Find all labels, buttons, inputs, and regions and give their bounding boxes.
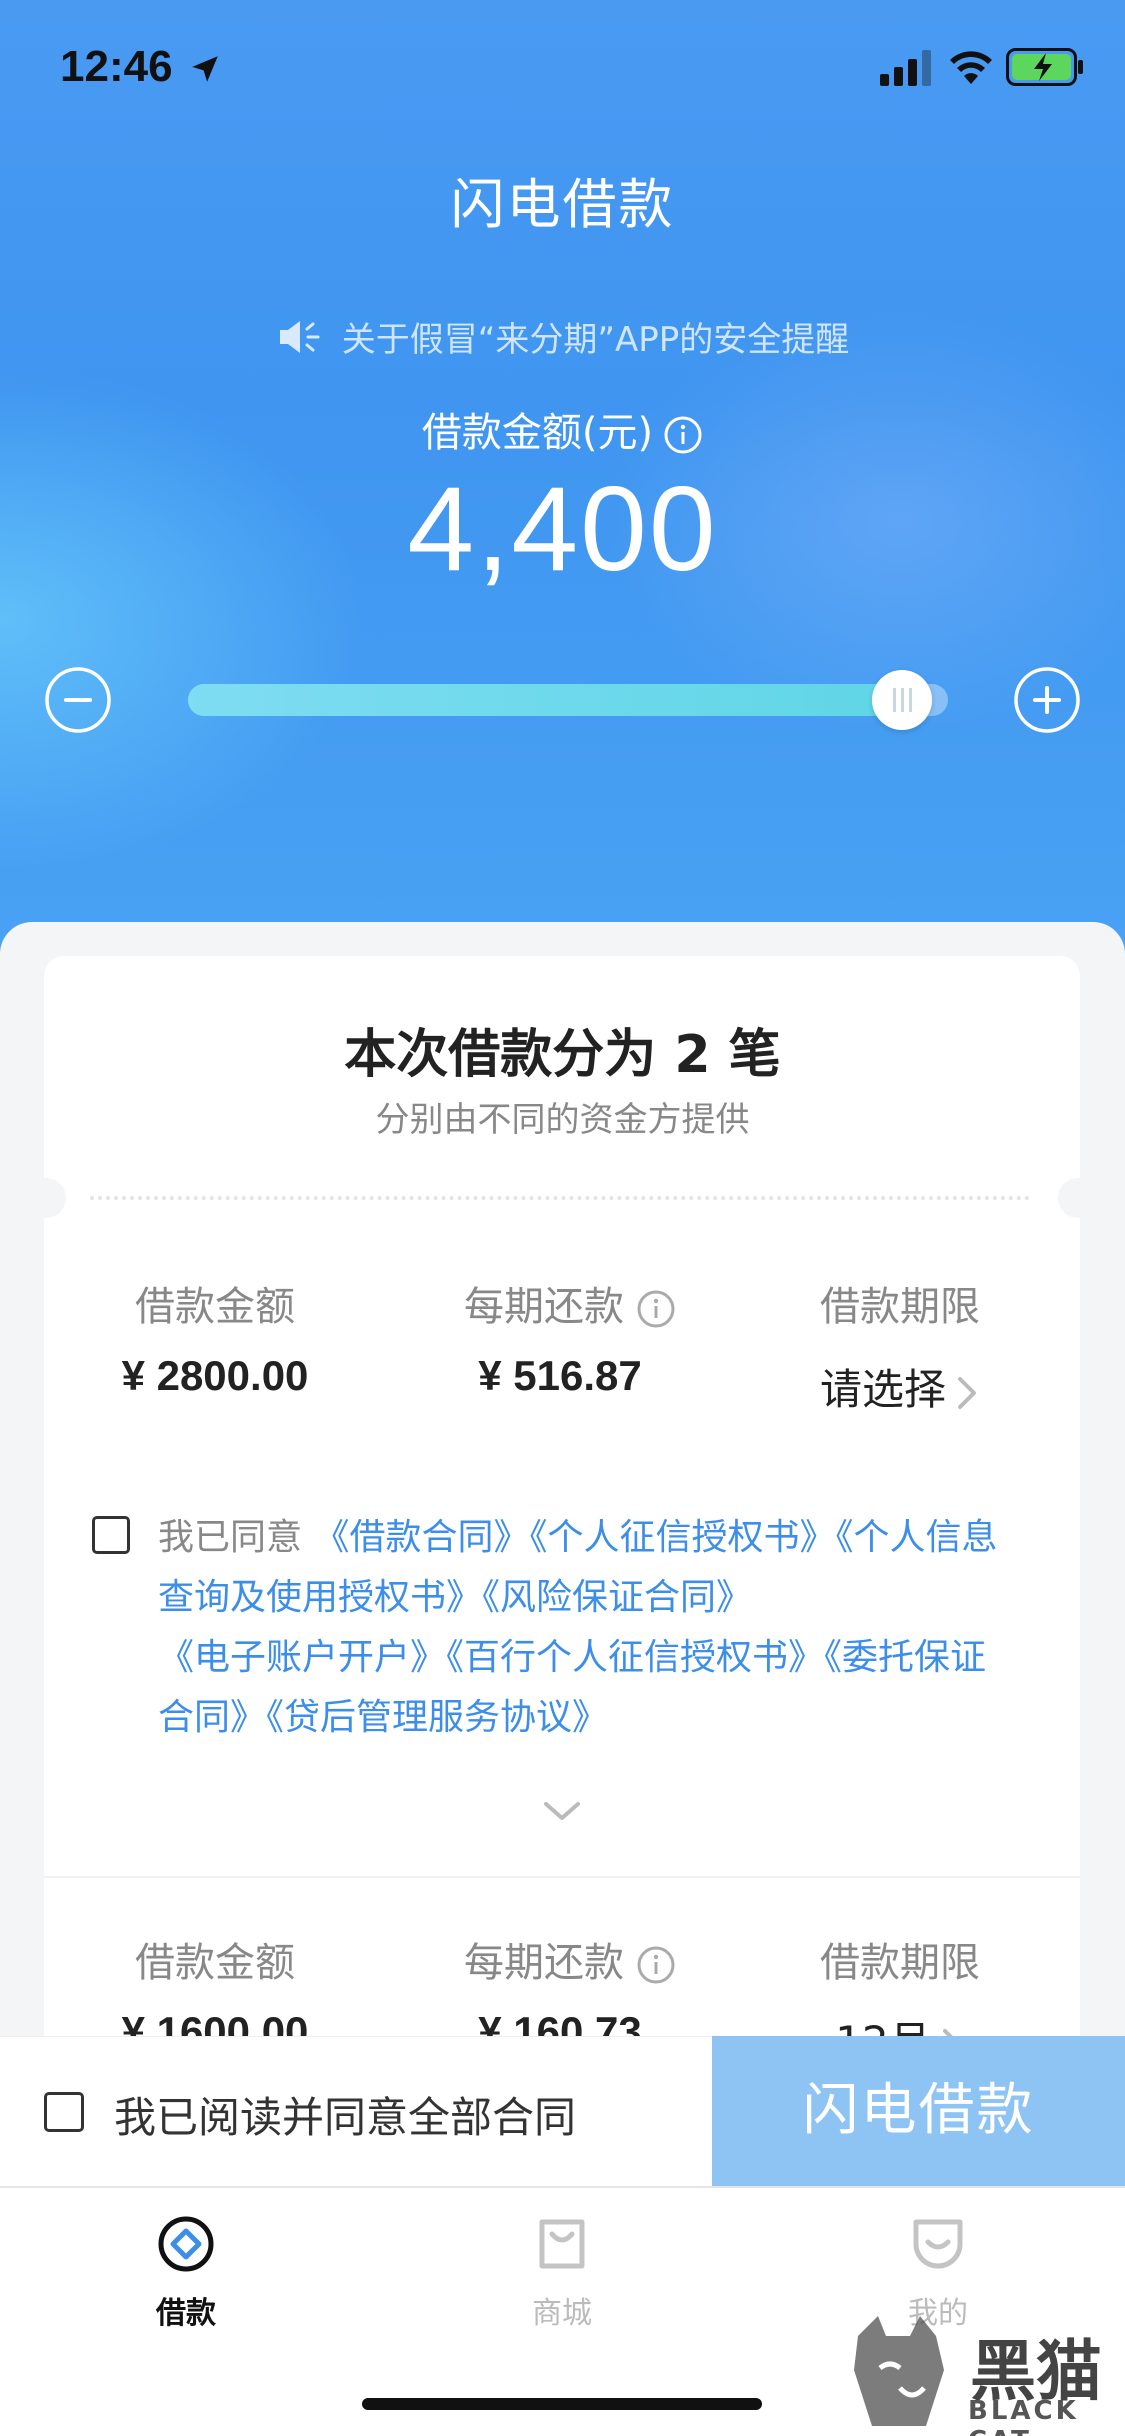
loan1-term-select[interactable]: 请选择 [790, 1356, 1010, 1417]
info-icon[interactable] [636, 1289, 676, 1329]
loan1-term-value: 请选择 [819, 1365, 946, 1414]
agreement-text: 我已同意 《借款合同》《个人征信授权书》《个人信息查询及使用授权书》《风险保证合… [158, 1508, 1008, 1748]
submit-loan-button[interactable]: 闪电借款 [712, 2036, 1125, 2186]
card-separator [44, 1876, 1080, 1878]
battery-charging-icon [1006, 48, 1083, 86]
link-e-account-opening[interactable]: 《电子账户开户》 [158, 1637, 446, 1678]
speaker-icon [279, 320, 320, 353]
status-bar: 12:46 [0, 0, 1125, 130]
link-loan-contract[interactable]: 《借款合同》 [313, 1517, 529, 1558]
tab-mall[interactable]: 商城 [462, 2214, 662, 2332]
loan1-amount-label: 借款金额 [135, 1284, 295, 1330]
link-credit-authorization[interactable]: 《个人征信授权书》 [529, 1517, 835, 1558]
home-indicator[interactable] [362, 2398, 762, 2410]
watermark-subtext: BLACK CAT [968, 2396, 1079, 2436]
amount-slider-track[interactable] [188, 684, 948, 716]
expand-chevron-down-icon[interactable] [540, 1796, 584, 1826]
increase-amount-button[interactable] [1013, 666, 1081, 734]
info-icon[interactable] [636, 1945, 676, 1985]
link-post-loan-service-agreement[interactable]: 《贷后管理服务协议》 [266, 1697, 608, 1738]
wifi-icon [950, 51, 992, 84]
agree-all-checkbox[interactable] [44, 2092, 84, 2132]
split-subtitle: 分别由不同的资金方提供 [375, 1100, 750, 1140]
loan-amount-value: 4,400 [407, 462, 718, 596]
amount-label-text: 借款金额(元) [421, 410, 654, 456]
loan2-payment-label-text: 每期还款 [464, 1940, 624, 1986]
tab-loan-label: 借款 [156, 2296, 216, 2331]
loan-diamond-icon [158, 2216, 214, 2272]
loan2-amount-label: 借款金额 [135, 1940, 295, 1986]
link-baihang-credit-authorization[interactable]: 《百行个人征信授权书》 [446, 1637, 824, 1678]
amount-slider-handle[interactable] [872, 670, 933, 730]
card-notch-right [1058, 1178, 1098, 1218]
loan1-amount: ¥ 2800.00 [121, 1352, 309, 1399]
split-title: 本次借款分为 2 笔 [344, 1025, 781, 1085]
agreement-prefix: 我已同意 [158, 1517, 303, 1558]
dotted-divider [90, 1196, 1030, 1200]
agree-all-label[interactable]: 我已阅读并同意全部合同 [114, 2084, 576, 2145]
chevron-right-icon [958, 1376, 976, 1409]
notice-text: 关于假冒“来分期”APP的安全提醒 [341, 320, 850, 360]
loan1-payment-label-text: 每期还款 [464, 1284, 624, 1330]
link-risk-guarantee-contract[interactable]: 《风险保证合同》 [482, 1577, 752, 1618]
loan2-payment-label: 每期还款 [420, 1930, 720, 1988]
loan1-payment: ¥ 516.87 [478, 1352, 642, 1399]
tab-mall-label: 商城 [532, 2296, 592, 2331]
card-notch-left [26, 1178, 66, 1218]
page-title: 闪电借款 [450, 173, 675, 236]
loan1-term-label: 借款期限 [820, 1284, 980, 1330]
cellular-signal-icon [880, 50, 931, 86]
decrease-amount-button[interactable] [44, 666, 112, 734]
info-icon[interactable] [663, 415, 703, 455]
location-arrow-icon [192, 56, 218, 82]
tab-loan[interactable]: 借款 [86, 2214, 286, 2332]
amount-slider-fill [188, 684, 903, 716]
security-notice[interactable]: 关于假冒“来分期”APP的安全提醒 [0, 312, 1125, 361]
loan1-payment-label: 每期还款 [420, 1274, 720, 1332]
amount-label: 借款金额(元) [0, 400, 1125, 458]
status-time: 12:46 [60, 42, 173, 91]
shopping-bag-icon [539, 2219, 585, 2269]
smile-face-icon [913, 2219, 963, 2269]
agreement-checkbox[interactable] [92, 1516, 130, 1554]
loan2-term-label: 借款期限 [820, 1940, 980, 1986]
